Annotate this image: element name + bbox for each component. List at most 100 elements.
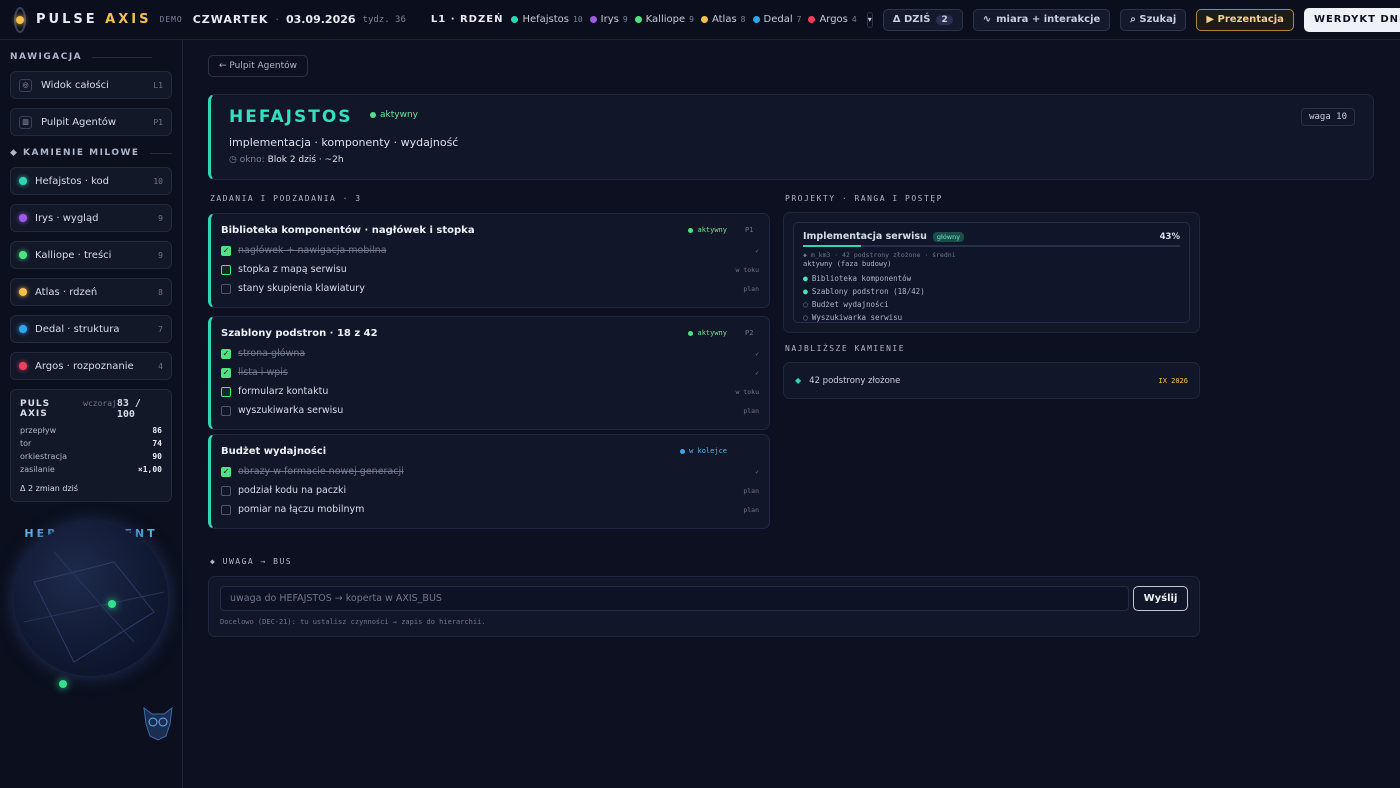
agent-tags: implementacja · komponenty · wydajność xyxy=(229,136,459,149)
checkbox[interactable] xyxy=(221,264,231,275)
back-button[interactable]: ← Pulpit Agentów xyxy=(208,55,308,77)
agent-chip-atlas[interactable]: Atlas 8 xyxy=(700,14,746,25)
project-item: ● Szablony podstron (18/42) xyxy=(803,287,925,296)
subtask-row[interactable]: pomiar na łączu mobilnym plan xyxy=(221,500,759,519)
presentation-button[interactable]: ▶ Prezentacja xyxy=(1196,8,1294,31)
subtask-row[interactable]: stany skupienia klawiatury plan xyxy=(221,279,759,298)
puls-metric-row: zasilanie ×1,00 xyxy=(20,465,162,474)
verdict-button[interactable]: WERDYKT DNIA xyxy=(1303,7,1400,32)
status-badge: aktywny xyxy=(688,329,727,337)
agent-chip-kalliope[interactable]: Kalliope 9 xyxy=(634,14,694,25)
puls-when: wczoraj xyxy=(83,399,117,408)
agent-window: ◷ okno: Blok 2 dziś · ~2h xyxy=(229,155,344,165)
subtask-state: plan xyxy=(743,284,759,293)
subtask-state: w toku xyxy=(735,265,759,274)
agent-name: HEFAJSTOS xyxy=(229,107,353,127)
pulse-icon: ∿ xyxy=(982,14,992,25)
next-milestones-heading: NAJBLIŻSZE KAMIENIE xyxy=(785,344,917,353)
priority-label: P1 xyxy=(745,226,754,234)
project-name: Implementacja serwisu xyxy=(803,231,927,242)
puls-score: 83 / 100 xyxy=(116,398,141,420)
search-button[interactable]: ⌕ Szukaj xyxy=(1120,8,1187,31)
sidebar-item-milestone[interactable]: Argos · rozpoznanie 4 xyxy=(10,352,172,380)
tasks-heading: ZADANIA I PODZADANIA · 3 xyxy=(210,194,374,203)
checkbox[interactable] xyxy=(221,386,231,397)
note-input[interactable]: uwaga do HEFAJSTOS → koperta w AXIS_BUS xyxy=(220,586,1129,611)
logo-icon xyxy=(14,6,26,33)
sidebar-item-milestone[interactable]: Irys · wygląd 9 xyxy=(10,204,172,232)
subtask-state: plan xyxy=(743,505,759,514)
subtask-row[interactable]: formularz kontaktu w toku xyxy=(221,382,759,401)
checkbox[interactable] xyxy=(221,405,231,416)
app-title: PULSE AXIS xyxy=(36,12,152,27)
project-card[interactable]: Implementacja serwisu główny 43% ◆ m_km3 ·… xyxy=(783,212,1200,333)
globe-node xyxy=(59,680,67,688)
subtask-row[interactable]: stopka z mapą serwisu w toku xyxy=(221,260,759,279)
milestone-date: IX 2026 xyxy=(1158,376,1188,385)
subtask-row[interactable]: podział kodu na paczki plan xyxy=(221,481,759,500)
checkbox[interactable]: ✓ xyxy=(221,348,231,359)
status-dot xyxy=(19,288,27,296)
subtask-state: plan xyxy=(743,406,759,415)
checkbox[interactable] xyxy=(221,283,231,294)
today-count-badge: 2 xyxy=(936,14,953,25)
chevron-down-icon[interactable]: ▾ xyxy=(866,11,873,28)
projects-heading: PROJEKTY · RANGA I POSTĘP xyxy=(785,194,955,203)
agent-chip-irys[interactable]: Irys 9 xyxy=(589,14,628,25)
subtask-row[interactable]: ✓ obrazy w formacie nowej generacji ✓ xyxy=(221,462,759,481)
puls-title: PULS AXIS xyxy=(20,399,51,419)
weekday: CZWARTEK xyxy=(192,13,269,26)
checkbox[interactable]: ✓ xyxy=(221,245,231,256)
status-badge: w kolejce xyxy=(680,447,727,455)
subtask-state: ✓ xyxy=(755,246,759,255)
milestones-heading: ◆ KAMIENIE MILOWE xyxy=(10,148,172,158)
subtask-state: w toku xyxy=(735,387,759,396)
note-hint: Docelowo (DEC-21): tu ustalisz czynności… xyxy=(220,618,486,626)
sidebar-item-agents-dashboard[interactable]: ▥ Pulpit Agentów P1 xyxy=(10,108,172,136)
layer-label: L1 · RDZEŃ xyxy=(430,14,504,25)
globe-illustration xyxy=(14,522,168,688)
owl-mascot-icon xyxy=(138,702,178,742)
puls-delta: Δ 2 zmian dziś xyxy=(20,484,79,493)
subtask-state: ✓ xyxy=(755,368,759,377)
sidebar-item-milestone[interactable]: Hefajstos · kod 10 xyxy=(10,167,172,195)
top-bar: PULSE AXIS DEMO CZWARTEK · 03.09.2026 ty… xyxy=(0,0,1400,40)
globe-node xyxy=(108,600,116,608)
sidebar-item-milestone[interactable]: Atlas · rdzeń 8 xyxy=(10,278,172,306)
subtask-state: plan xyxy=(743,486,759,495)
checkbox[interactable] xyxy=(221,504,231,515)
subtask-state: ✓ xyxy=(755,349,759,358)
project-item: ● Biblioteka komponentów xyxy=(803,274,912,283)
agent-chip-dedal[interactable]: Dedal 7 xyxy=(752,14,801,25)
milestone-row[interactable]: ◆ 42 podstrony złożone IX 2026 xyxy=(783,362,1200,399)
checkbox[interactable] xyxy=(221,485,231,496)
measure-interactions-button[interactable]: ∿ miara + interakcje xyxy=(972,8,1111,31)
sidebar-item-milestone[interactable]: Dedal · struktura 7 xyxy=(10,315,172,343)
project-items: ● Biblioteka komponentów ● Szablony podstro… xyxy=(803,274,1180,322)
project-percent: 43% xyxy=(1159,231,1180,242)
subtask-row[interactable]: wyszukiwarka serwisu plan xyxy=(221,401,759,420)
subtask-row[interactable]: ✓ strona główna ✓ xyxy=(221,344,759,363)
agent-filter-chips: Hefajstos 10 Irys 9 Kalliope 9 Atlas 8 Dedal 7 Arg… xyxy=(511,14,863,25)
task-card[interactable]: Budżet wydajności w kolejce ✓ obrazy w form… xyxy=(208,434,770,529)
subtask-row[interactable]: ✓ nagłówek + nawigacja mobilna ✓ xyxy=(221,241,759,260)
status-dot xyxy=(19,362,27,370)
send-button[interactable]: Wyślij xyxy=(1133,586,1188,611)
subtask-row[interactable]: ✓ lista i wpis ✓ xyxy=(221,363,759,382)
agent-chip-argos[interactable]: Argos 4 xyxy=(808,14,857,25)
sidebar-item-overview[interactable]: ◎ Widok całości L1 xyxy=(10,71,172,99)
agent-chip-hefajstos[interactable]: Hefajstos 10 xyxy=(511,14,583,25)
checkbox[interactable]: ✓ xyxy=(221,466,231,477)
priority-label: P2 xyxy=(745,329,754,337)
status-dot xyxy=(19,325,27,333)
today-changes-button[interactable]: Δ DZIŚ 2 xyxy=(882,8,963,31)
checkbox[interactable]: ✓ xyxy=(221,367,231,378)
sidebar-item-milestone[interactable]: Kalliope · treści 9 xyxy=(10,241,172,269)
status-dot xyxy=(589,16,597,23)
week-number: tydz. 36 xyxy=(362,14,406,25)
task-card[interactable]: Szablony podstron · 18 z 42 aktywny P2 ✓ str… xyxy=(208,316,770,430)
target-icon: ◎ xyxy=(19,78,32,92)
project-progress-bar xyxy=(803,245,1180,247)
subtask-state: ✓ xyxy=(755,467,759,476)
task-card[interactable]: Biblioteka komponentów · nagłówek i stop… xyxy=(208,213,770,308)
